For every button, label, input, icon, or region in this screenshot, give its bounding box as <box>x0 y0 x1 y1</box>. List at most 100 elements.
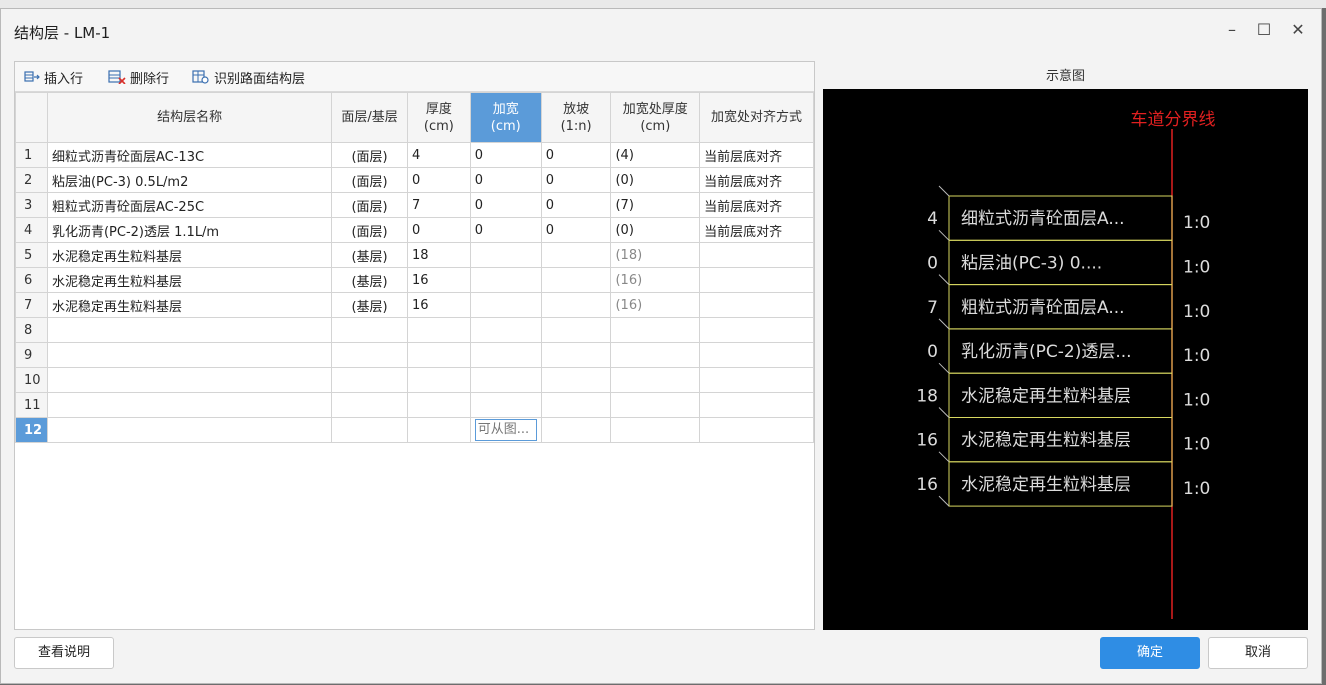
column-header-align[interactable]: 加宽处对齐方式 <box>699 92 814 143</box>
column-header-type[interactable]: 面层/基层 <box>331 92 408 143</box>
cell-type[interactable] <box>331 367 408 393</box>
cell-widen-thickness[interactable]: (4) <box>610 142 701 168</box>
cell-widen[interactable]: 0 <box>469 142 542 168</box>
cell-widen-thickness[interactable]: (0) <box>610 167 701 193</box>
cell-align[interactable] <box>699 367 814 393</box>
cell-type[interactable] <box>331 342 408 368</box>
cell-type[interactable]: (面层) <box>331 167 408 193</box>
column-header-widen-thickness[interactable]: 加宽处厚度 (cm) <box>610 92 701 143</box>
cell-align[interactable]: 当前层底对齐 <box>699 167 814 193</box>
cell-slope[interactable] <box>540 392 612 418</box>
cell-widen[interactable] <box>469 342 542 368</box>
cell-name[interactable] <box>46 417 333 443</box>
cell-widen-thickness[interactable] <box>610 392 701 418</box>
column-header-widen[interactable]: 加宽 (cm) <box>469 92 542 143</box>
row-number-cell[interactable]: 5 <box>15 242 48 268</box>
ok-button[interactable]: 确定 <box>1100 637 1200 669</box>
cancel-button[interactable]: 取消 <box>1208 637 1308 669</box>
cell-thickness[interactable] <box>406 417 471 443</box>
cell-slope[interactable]: 0 <box>540 142 612 168</box>
table-row[interactable]: 10 <box>15 367 814 393</box>
table-row[interactable]: 8 <box>15 317 814 343</box>
cell-name[interactable]: 乳化沥青(PC-2)透层 1.1L/m <box>46 217 333 243</box>
cell-name[interactable] <box>46 392 333 418</box>
cell-widen-thickness[interactable] <box>610 367 701 393</box>
cell-align[interactable]: 当前层底对齐 <box>699 217 814 243</box>
table-row[interactable]: 2 粘层油(PC-3) 0.5L/m2 (面层) 0 0 0 (0) 当前层底对齐 <box>15 167 814 193</box>
minimize-icon[interactable]: – <box>1220 18 1244 42</box>
row-number-cell[interactable]: 2 <box>15 167 48 193</box>
cell-align[interactable] <box>699 392 814 418</box>
cell-thickness[interactable]: 0 <box>406 167 471 193</box>
row-number-cell[interactable]: 10 <box>15 367 48 393</box>
column-header-thickness[interactable]: 厚度 (cm) <box>406 92 471 143</box>
view-help-button[interactable]: 查看说明 <box>14 637 114 669</box>
cell-slope[interactable] <box>540 292 612 318</box>
cell-widen[interactable] <box>469 292 542 318</box>
cell-type[interactable]: (基层) <box>331 267 408 293</box>
cell-slope[interactable] <box>540 417 612 443</box>
cell-widen-thickness[interactable]: (18) <box>610 242 701 268</box>
cell-thickness[interactable] <box>406 317 471 343</box>
cell-slope[interactable]: 0 <box>540 167 612 193</box>
identify-layers-button[interactable]: 识别路面结构层 <box>192 68 305 87</box>
cell-slope[interactable]: 0 <box>540 217 612 243</box>
cell-name[interactable]: 水泥稳定再生粒料基层 <box>46 242 333 268</box>
cell-widen-thickness[interactable] <box>610 317 701 343</box>
table-row[interactable]: 5 水泥稳定再生粒料基层 (基层) 18 (18) <box>15 242 814 268</box>
cell-slope[interactable] <box>540 367 612 393</box>
cell-align[interactable] <box>699 317 814 343</box>
maximize-icon[interactable]: ☐ <box>1252 18 1276 42</box>
cell-name[interactable]: 细粒式沥青砼面层AC-13C <box>46 142 333 168</box>
cell-thickness[interactable]: 16 <box>406 267 471 293</box>
cell-type[interactable] <box>331 317 408 343</box>
cell-slope[interactable] <box>540 317 612 343</box>
cell-editor-input[interactable]: 可从图... <box>474 419 537 441</box>
table-row[interactable]: 12 可从图... <box>15 417 814 443</box>
cell-thickness[interactable] <box>406 392 471 418</box>
cell-widen[interactable] <box>469 242 542 268</box>
row-number-cell[interactable]: 12 <box>15 417 48 443</box>
cell-type[interactable]: (面层) <box>331 142 408 168</box>
cell-thickness[interactable]: 0 <box>406 217 471 243</box>
cell-name[interactable] <box>46 342 333 368</box>
cell-widen[interactable] <box>469 367 542 393</box>
insert-row-button[interactable]: 插入行 <box>24 68 83 87</box>
cell-thickness[interactable] <box>406 367 471 393</box>
table-row[interactable]: 4 乳化沥青(PC-2)透层 1.1L/m (面层) 0 0 0 (0) 当前层底对齐 <box>15 217 814 243</box>
cell-thickness[interactable]: 18 <box>406 242 471 268</box>
row-number-cell[interactable]: 9 <box>15 342 48 368</box>
cell-slope[interactable] <box>540 267 612 293</box>
row-number-cell[interactable]: 4 <box>15 217 48 243</box>
cell-widen[interactable]: 可从图... <box>469 417 542 443</box>
row-number-cell[interactable]: 6 <box>15 267 48 293</box>
cell-thickness[interactable]: 4 <box>406 142 471 168</box>
cell-slope[interactable]: 0 <box>540 192 612 218</box>
cell-type[interactable]: (基层) <box>331 292 408 318</box>
cell-type[interactable]: (面层) <box>331 192 408 218</box>
cell-align[interactable] <box>699 267 814 293</box>
cell-name[interactable] <box>46 317 333 343</box>
table-row[interactable]: 1 细粒式沥青砼面层AC-13C (面层) 4 0 0 (4) 当前层底对齐 <box>15 142 814 168</box>
table-row[interactable]: 3 粗粒式沥青砼面层AC-25C (面层) 7 0 0 (7) 当前层底对齐 <box>15 192 814 218</box>
cell-widen[interactable] <box>469 267 542 293</box>
cell-align[interactable] <box>699 342 814 368</box>
column-header-name[interactable]: 结构层名称 <box>46 92 333 143</box>
cell-widen[interactable]: 0 <box>469 167 542 193</box>
cell-align[interactable] <box>699 292 814 318</box>
row-number-cell[interactable]: 11 <box>15 392 48 418</box>
cell-widen-thickness[interactable]: (16) <box>610 292 701 318</box>
cell-align[interactable]: 当前层底对齐 <box>699 142 814 168</box>
table-row[interactable]: 6 水泥稳定再生粒料基层 (基层) 16 (16) <box>15 267 814 293</box>
cell-type[interactable] <box>331 417 408 443</box>
cell-widen-thickness[interactable]: (0) <box>610 217 701 243</box>
cell-name[interactable]: 粘层油(PC-3) 0.5L/m2 <box>46 167 333 193</box>
cell-thickness[interactable] <box>406 342 471 368</box>
cell-name[interactable] <box>46 367 333 393</box>
column-header-slope[interactable]: 放坡 (1:n) <box>540 92 612 143</box>
cell-type[interactable]: (面层) <box>331 217 408 243</box>
cell-widen[interactable]: 0 <box>469 192 542 218</box>
cell-type[interactable] <box>331 392 408 418</box>
cell-align[interactable] <box>699 242 814 268</box>
cell-widen-thickness[interactable]: (7) <box>610 192 701 218</box>
